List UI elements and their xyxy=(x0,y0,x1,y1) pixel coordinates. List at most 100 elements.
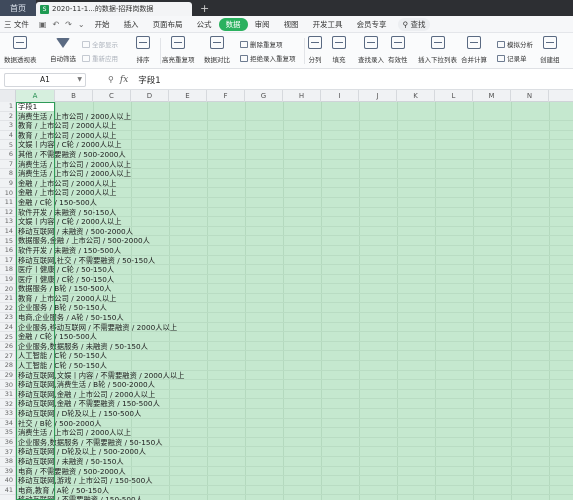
row-header[interactable]: 40 xyxy=(0,476,15,486)
cell-a[interactable]: 教育 / 上市公司 / 2000人以上 xyxy=(16,294,573,304)
row-header[interactable]: 14 xyxy=(0,227,15,237)
cell-a[interactable]: 医疗丨健康 / C轮 / 50-150人 xyxy=(16,275,573,285)
row-header[interactable]: 5 xyxy=(0,140,15,150)
column-header[interactable]: F xyxy=(207,90,245,102)
row-header[interactable]: 36 xyxy=(0,438,15,448)
row-header[interactable]: 13 xyxy=(0,217,15,227)
menu-developer[interactable]: 开发工具 xyxy=(306,19,350,30)
column-header[interactable]: J xyxy=(359,90,397,102)
cell-a[interactable]: 教育 / 上市公司 / 2000人以上 xyxy=(16,131,573,141)
cell-a[interactable]: 金融 / 上市公司 / 2000人以上 xyxy=(16,188,573,198)
name-box[interactable]: A1 ▼ xyxy=(4,72,86,87)
validity-button[interactable]: 有效性 xyxy=(388,36,408,64)
search-box[interactable]: ⚲ 查找 xyxy=(397,17,431,31)
row-header[interactable]: 35 xyxy=(0,428,15,438)
reapply-button[interactable]: 重新应用 xyxy=(82,53,118,63)
split-column-button[interactable]: 分列 xyxy=(308,36,322,64)
row-header[interactable]: 17 xyxy=(0,256,15,266)
cell-a[interactable]: 金融 / C轮 / 150-500人 xyxy=(16,198,573,208)
row-header[interactable]: 4 xyxy=(0,131,15,141)
row-header[interactable]: 34 xyxy=(0,419,15,429)
menu-home[interactable]: 开始 xyxy=(88,19,117,30)
autofilter-button[interactable]: 自动筛选 xyxy=(50,36,76,63)
cell-a[interactable]: 其他 / 不需要融资 / 500-2000人 xyxy=(16,150,573,160)
cell-a[interactable]: 移动互联网,游戏 / 上市公司 / 150-500人 xyxy=(16,476,573,486)
row-header[interactable]: 28 xyxy=(0,361,15,371)
cell-a[interactable]: 医疗丨健康 / C轮 / 50-150人 xyxy=(16,265,573,275)
column-header[interactable]: B xyxy=(55,90,93,102)
column-header[interactable]: G xyxy=(245,90,283,102)
row-header[interactable]: 29 xyxy=(0,371,15,381)
row-header[interactable]: 1 xyxy=(0,102,15,112)
cell-a[interactable]: 电商 / 不需要融资 / 500-2000人 xyxy=(16,467,573,477)
zoom-icon[interactable]: ⚲ xyxy=(108,75,114,84)
what-if-analysis-button[interactable]: 模拟分析 xyxy=(497,39,533,49)
cell-a[interactable]: 移动互联网,文娱丨内容 / 不需要融资 / 2000人以上 xyxy=(16,371,573,381)
menu-data[interactable]: 数据 xyxy=(218,17,248,31)
row-header[interactable]: 8 xyxy=(0,169,15,179)
column-header[interactable]: N xyxy=(511,90,549,102)
row-header[interactable]: 2 xyxy=(0,112,15,122)
row-header[interactable]: 31 xyxy=(0,390,15,400)
row-header[interactable]: 3 xyxy=(0,121,15,131)
column-header[interactable]: M xyxy=(473,90,511,102)
row-header[interactable]: 20 xyxy=(0,284,15,294)
undo-icon[interactable]: ↶ xyxy=(49,20,62,29)
pivot-table-button[interactable]: 数据透视表 xyxy=(4,36,37,64)
cell-a[interactable]: 数据服务 / B轮 / 150-500人 xyxy=(16,284,573,294)
insert-dropdown-button[interactable]: 插入下拉列表 xyxy=(418,36,457,64)
menu-review[interactable]: 审阅 xyxy=(248,19,277,30)
chevron-down-icon[interactable]: ▼ xyxy=(77,76,82,83)
cell-a[interactable]: 移动互联网 / D轮及以上 / 150-500人 xyxy=(16,409,573,419)
save-icon[interactable]: ▣ xyxy=(36,20,50,29)
row-header[interactable]: 19 xyxy=(0,275,15,285)
cell-a[interactable]: 企业服务,数据服务 / 不需要融资 / 50-150人 xyxy=(16,438,573,448)
row-header[interactable]: 24 xyxy=(0,323,15,333)
reject-duplicates-button[interactable]: 拒绝录入重复项 xyxy=(240,53,296,63)
row-header[interactable]: 23 xyxy=(0,313,15,323)
lookup-entry-button[interactable]: 查找录入 xyxy=(358,36,384,64)
cell-a[interactable]: 电商,企业服务 / A轮 / 50-150人 xyxy=(16,313,573,323)
row-header[interactable]: 7 xyxy=(0,160,15,170)
row-header[interactable]: 39 xyxy=(0,467,15,477)
create-group-button[interactable]: 创建组 xyxy=(540,36,560,64)
column-header[interactable]: D xyxy=(131,90,169,102)
spreadsheet-grid[interactable]: A B C D E F G H I J K L M N 1 2 3 4 5 6 7 8 9 10 1… xyxy=(0,90,573,500)
show-all-button[interactable]: 全部显示 xyxy=(82,39,118,49)
cell-a[interactable]: 移动互联网,社交 / 不需要融资 / 50-150人 xyxy=(16,256,573,266)
new-tab-icon[interactable]: + xyxy=(200,2,209,15)
row-header[interactable]: 27 xyxy=(0,351,15,362)
cell-a[interactable]: 教育 / 上市公司 / 2000人以上 xyxy=(16,121,573,131)
row-header[interactable]: 6 xyxy=(0,150,15,160)
menu-page-layout[interactable]: 页面布局 xyxy=(146,19,190,30)
cell-a[interactable]: 消费生活 / 上市公司 / 2000人以上 xyxy=(16,160,573,170)
row-header[interactable]: 9 xyxy=(0,179,15,189)
menu-view[interactable]: 视图 xyxy=(277,19,306,30)
column-header[interactable]: E xyxy=(169,90,207,102)
row-header[interactable]: 16 xyxy=(0,246,15,256)
row-header[interactable]: 25 xyxy=(0,332,15,342)
redo-icon[interactable]: ↷ xyxy=(62,20,75,29)
cell-a[interactable]: 企业服务 / B轮 / 50-150人 xyxy=(16,303,573,314)
sort-button[interactable]: 排序 xyxy=(136,36,150,64)
menu-formulas[interactable]: 公式 xyxy=(190,19,219,30)
select-all-corner[interactable] xyxy=(0,90,16,102)
consolidate-button[interactable]: 合并计算 xyxy=(461,36,487,64)
file-menu[interactable]: 三 文件 xyxy=(0,19,36,30)
cell-a[interactable]: 金融 / 上市公司 / 2000人以上 xyxy=(16,179,573,189)
column-header[interactable]: C xyxy=(93,90,131,102)
cell-a[interactable]: 文娱丨内容 / C轮 / 2000人以上 xyxy=(16,217,573,227)
cell-a[interactable]: 移动互联网 / 未融资 / 500-2000人 xyxy=(16,227,573,237)
cell-a[interactable]: 消费生活 / 上市公司 / 2000人以上 xyxy=(16,428,573,438)
column-header[interactable]: A xyxy=(16,90,55,102)
row-header[interactable]: 12 xyxy=(0,208,15,218)
cell-a[interactable]: 人工智能 / C轮 / 50-150人 xyxy=(16,361,573,371)
remove-duplicates-button[interactable]: 删除重复项 xyxy=(240,39,283,49)
highlight-duplicates-button[interactable]: 高亮重复项 xyxy=(162,36,195,64)
dropdown-icon[interactable]: ⌄ xyxy=(75,20,88,29)
row-header[interactable]: 30 xyxy=(0,380,15,390)
cell-a[interactable]: 软件开发 / 未融资 / 50-150人 xyxy=(16,208,573,218)
cell-a[interactable]: 移动互联网 / 不需要融资 / 150-500人 xyxy=(16,495,573,500)
row-header[interactable]: 22 xyxy=(0,303,15,314)
record-form-button[interactable]: 记录单 xyxy=(497,53,527,63)
